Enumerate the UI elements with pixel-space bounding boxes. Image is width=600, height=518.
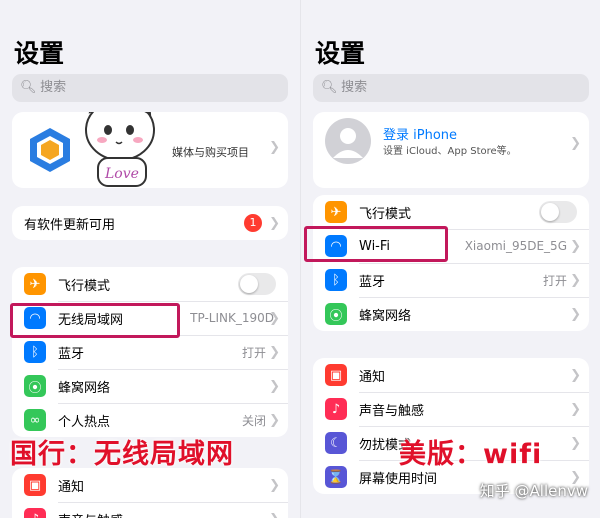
hotspot-icon: ∞ — [24, 409, 46, 431]
svg-text:Love: Love — [104, 166, 139, 182]
search-placeholder: 搜索 — [341, 80, 368, 95]
notifications-row[interactable]: ▣ 通知 ❯ — [12, 468, 288, 502]
row-value: 打开 — [241, 345, 266, 360]
chevron-right-icon: ❯ — [570, 306, 581, 322]
notifications-group: ▣ 通知 ❯ ♪ 声音与触感 ❯ ☾ 勿扰模式 ❯ ⌛ 屏幕使用时间 ❯ — [313, 358, 589, 494]
software-update-label: 有软件更新可用 — [24, 217, 116, 233]
search-icon: 🔍︎ — [20, 80, 37, 95]
cellular-icon: ⦿ — [325, 303, 347, 325]
row-label: 通知 — [58, 479, 85, 495]
page-title: 设置 — [315, 39, 366, 68]
chevron-right-icon: ❯ — [570, 136, 581, 151]
notifications-row[interactable]: ▣ 通知 ❯ — [313, 358, 589, 392]
search-placeholder: 搜索 — [40, 80, 67, 95]
airplane-icon: ✈ — [325, 201, 347, 223]
cellular-row[interactable]: ⦿ 蜂窝网络 ❯ — [313, 297, 589, 331]
row-label: 声音与触感 — [58, 510, 123, 518]
airplane-mode-row[interactable]: ✈ 飞行模式 — [12, 267, 288, 301]
row-label: 蓝牙 — [58, 346, 85, 362]
bluetooth-row[interactable]: ᛒ 蓝牙 打开 ❯ — [12, 335, 288, 369]
row-value: 打开 — [542, 273, 567, 288]
chevron-right-icon: ❯ — [269, 412, 280, 428]
wifi-highlight-box — [304, 226, 448, 262]
row-label: 蜂窝网络 — [58, 380, 111, 396]
search-icon: 🔍︎ — [321, 80, 338, 95]
page-title: 设置 — [14, 39, 65, 68]
notification-icon: ▣ — [24, 474, 46, 496]
chevron-right-icon: ❯ — [570, 367, 581, 383]
chevron-right-icon: ❯ — [570, 238, 581, 254]
airplane-mode-toggle[interactable] — [539, 201, 577, 223]
bluetooth-icon: ᛒ — [24, 341, 46, 363]
sound-icon: ♪ — [24, 508, 46, 518]
connectivity-group: ✈ 飞行模式 ◠ 无线局域网 TP-LINK_190D ❯ ᛒ 蓝牙 打开 ❯ … — [12, 267, 288, 437]
avatar — [325, 118, 371, 164]
row-label: 通知 — [359, 369, 386, 385]
moon-icon: ☾ — [325, 432, 347, 454]
chevron-right-icon: ❯ — [269, 344, 280, 360]
right-settings-panel: 设置 🔍︎ 搜索 登录 iPhone 设置 iCloud、App Store等。… — [300, 0, 600, 518]
account-card[interactable]: Love 媒体与购买项目 ❯ — [12, 112, 288, 188]
airplane-mode-row[interactable]: ✈ 飞行模式 — [313, 195, 589, 229]
connectivity-group: ✈ 飞行模式 ◠ Wi-Fi Xiaomi_95DE_5G ❯ ᛒ 蓝牙 打开 … — [313, 195, 589, 331]
us-version-caption: 美版：wifi — [399, 439, 543, 470]
row-value: 关闭 — [241, 413, 266, 428]
row-label: 蜂窝网络 — [359, 308, 412, 324]
left-settings-panel: 设置 🔍︎ 搜索 Love 媒体与购买项目 ❯ 有软件更新可用 1 ❯ ✈ 飞行… — [0, 0, 300, 518]
row-label: 蓝牙 — [359, 274, 386, 290]
row-label: 飞行模式 — [58, 278, 111, 294]
chevron-right-icon: ❯ — [269, 310, 280, 326]
wlan-highlight-box — [10, 303, 180, 338]
row-value: Xiaomi_95DE_5G — [464, 239, 567, 253]
signin-label: 登录 iPhone — [383, 128, 458, 143]
bluetooth-icon: ᛒ — [325, 269, 347, 291]
chevron-right-icon: ❯ — [269, 140, 280, 155]
chevron-right-icon: ❯ — [269, 512, 280, 518]
sound-row[interactable]: ♪ 声音与触感 ❯ — [313, 392, 589, 426]
chevron-right-icon: ❯ — [570, 401, 581, 417]
hourglass-icon: ⌛ — [325, 466, 347, 488]
cellular-icon: ⦿ — [24, 375, 46, 397]
app-logo — [26, 126, 74, 174]
airplane-icon: ✈ — [24, 273, 46, 295]
cellular-row[interactable]: ⦿ 蜂窝网络 ❯ — [12, 369, 288, 403]
search-input[interactable]: 🔍︎ 搜索 — [12, 74, 288, 102]
bluetooth-row[interactable]: ᛒ 蓝牙 打开 ❯ — [313, 263, 589, 297]
row-label: 飞行模式 — [359, 206, 412, 222]
chevron-right-icon: ❯ — [570, 435, 581, 451]
chevron-right-icon: ❯ — [269, 378, 280, 394]
row-label: 声音与触感 — [359, 403, 425, 419]
sticker-image: Love — [78, 112, 168, 188]
update-badge: 1 — [244, 214, 262, 232]
signin-subtitle: 设置 iCloud、App Store等。 — [383, 146, 517, 157]
zhihu-watermark: 知乎 @Allenvw — [479, 482, 588, 500]
china-version-caption: 国行：无线局域网 — [10, 439, 234, 470]
search-input[interactable]: 🔍︎ 搜索 — [313, 74, 589, 102]
chevron-right-icon: ❯ — [269, 215, 280, 231]
notification-icon: ▣ — [325, 364, 347, 386]
chevron-right-icon: ❯ — [269, 477, 280, 493]
chevron-right-icon: ❯ — [570, 272, 581, 288]
sound-row[interactable]: ♪ 声音与触感 ❯ — [12, 502, 288, 518]
row-value: TP-LINK_190D — [190, 311, 274, 325]
row-label: 个人热点 — [58, 414, 111, 430]
signin-card[interactable]: 登录 iPhone 设置 iCloud、App Store等。 ❯ — [313, 112, 589, 188]
airplane-mode-toggle[interactable] — [238, 273, 276, 295]
account-subtitle: 媒体与购买项目 — [172, 146, 249, 159]
sound-icon: ♪ — [325, 398, 347, 420]
software-update-card[interactable]: 有软件更新可用 1 ❯ — [12, 206, 288, 240]
notifications-group: ▣ 通知 ❯ ♪ 声音与触感 ❯ — [12, 468, 288, 518]
